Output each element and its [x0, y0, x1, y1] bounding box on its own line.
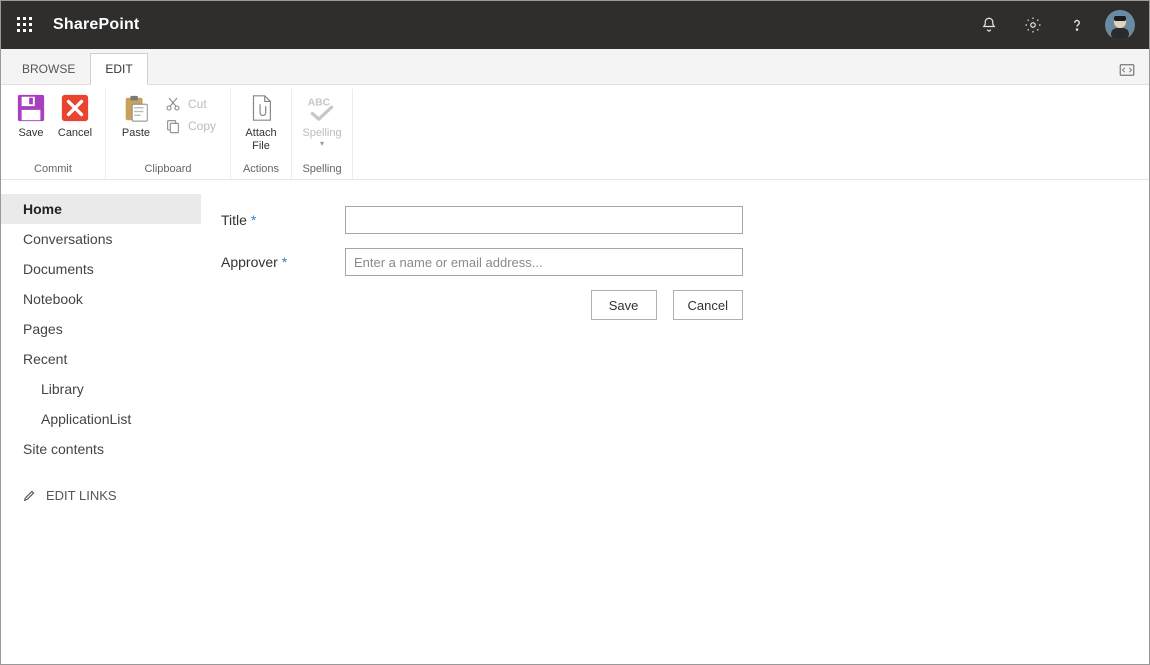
- cut-label: Cut: [188, 97, 207, 111]
- suite-bar: SharePoint: [1, 1, 1149, 49]
- attach-file-label: Attach File: [245, 127, 276, 152]
- bell-icon: [980, 16, 998, 34]
- group-label-clipboard: Clipboard: [144, 161, 191, 179]
- sidebar-item-recent[interactable]: Recent: [1, 344, 201, 374]
- form-row-approver: Approver *: [221, 248, 743, 276]
- sidebar: Home Conversations Documents Notebook Pa…: [1, 180, 201, 664]
- group-label-commit: Commit: [34, 161, 72, 179]
- edit-links-button[interactable]: EDIT LINKS: [1, 478, 201, 513]
- cut-icon: [164, 95, 182, 113]
- paste-button[interactable]: Paste: [114, 89, 158, 140]
- group-label-actions: Actions: [243, 161, 279, 179]
- cancel-icon: [58, 91, 92, 125]
- paste-label: Paste: [122, 127, 150, 140]
- approver-label-text: Approver: [221, 254, 278, 270]
- sidebar-item-notebook[interactable]: Notebook: [1, 284, 201, 314]
- ribbon-group-actions: Attach File Actions: [231, 89, 292, 179]
- focus-content-button[interactable]: [1113, 56, 1141, 84]
- app-launcher-icon[interactable]: [11, 11, 39, 39]
- copy-icon: [164, 117, 182, 135]
- required-asterisk: *: [251, 212, 256, 228]
- sidebar-item-documents[interactable]: Documents: [1, 254, 201, 284]
- avatar-icon: [1105, 10, 1135, 40]
- spacer: [1, 464, 201, 478]
- sidebar-item-pages[interactable]: Pages: [1, 314, 201, 344]
- form-cancel-button[interactable]: Cancel: [673, 290, 743, 320]
- group-label-spelling: Spelling: [302, 161, 341, 179]
- sidebar-item-site-contents[interactable]: Site contents: [1, 434, 201, 464]
- copy-button[interactable]: Copy: [158, 115, 222, 137]
- sidebar-item-applicationlist[interactable]: ApplicationList: [1, 404, 201, 434]
- tab-edit[interactable]: EDIT: [90, 53, 147, 85]
- help-icon: [1068, 16, 1086, 34]
- expand-icon: [1118, 61, 1136, 79]
- form-row-title: Title *: [221, 206, 743, 234]
- spelling-button[interactable]: ABC Spelling ▾: [300, 89, 344, 148]
- approver-input[interactable]: [345, 248, 743, 276]
- settings-button[interactable]: [1011, 1, 1055, 49]
- spelling-label: Spelling: [302, 127, 341, 140]
- gear-icon: [1024, 16, 1042, 34]
- save-icon: [14, 91, 48, 125]
- save-button[interactable]: Save: [9, 89, 53, 140]
- sidebar-item-conversations[interactable]: Conversations: [1, 224, 201, 254]
- copy-label: Copy: [188, 119, 216, 133]
- title-label-text: Title: [221, 212, 247, 228]
- approver-label: Approver *: [221, 254, 345, 270]
- cut-button[interactable]: Cut: [158, 93, 222, 115]
- sidebar-item-library[interactable]: Library: [1, 374, 201, 404]
- edit-links-label: EDIT LINKS: [46, 488, 117, 503]
- chevron-down-icon: ▾: [320, 140, 324, 148]
- ribbon-tabs: BROWSE EDIT: [1, 49, 1149, 85]
- title-label: Title *: [221, 212, 345, 228]
- cancel-label: Cancel: [58, 127, 92, 140]
- title-input[interactable]: [345, 206, 743, 234]
- form-buttons: Save Cancel: [345, 290, 743, 320]
- spelling-icon: ABC: [305, 91, 339, 125]
- required-asterisk: *: [282, 254, 287, 270]
- tab-browse[interactable]: BROWSE: [7, 53, 90, 84]
- ribbon-group-clipboard: Paste Cut: [106, 89, 231, 179]
- pencil-icon: [23, 489, 36, 502]
- brand-title[interactable]: SharePoint: [53, 16, 139, 34]
- svg-text:ABC: ABC: [308, 98, 331, 109]
- cancel-button[interactable]: Cancel: [53, 89, 97, 140]
- main: Home Conversations Documents Notebook Pa…: [1, 180, 1149, 664]
- paste-icon: [119, 91, 153, 125]
- sidebar-item-home[interactable]: Home: [1, 194, 201, 224]
- notifications-button[interactable]: [967, 1, 1011, 49]
- waffle-icon: [17, 17, 33, 33]
- help-button[interactable]: [1055, 1, 1099, 49]
- ribbon-group-spelling: ABC Spelling ▾ Spelling: [292, 89, 353, 179]
- form-content: Title * Approver * Save Cancel: [201, 180, 763, 664]
- attach-file-button[interactable]: Attach File: [239, 89, 283, 152]
- ribbon-group-commit: Save Cancel Commit: [1, 89, 106, 179]
- avatar[interactable]: [1105, 10, 1135, 40]
- ribbon: Save Cancel Commit: [1, 85, 1149, 180]
- attach-file-icon: [244, 91, 278, 125]
- form-save-button[interactable]: Save: [591, 290, 657, 320]
- save-label: Save: [18, 127, 43, 140]
